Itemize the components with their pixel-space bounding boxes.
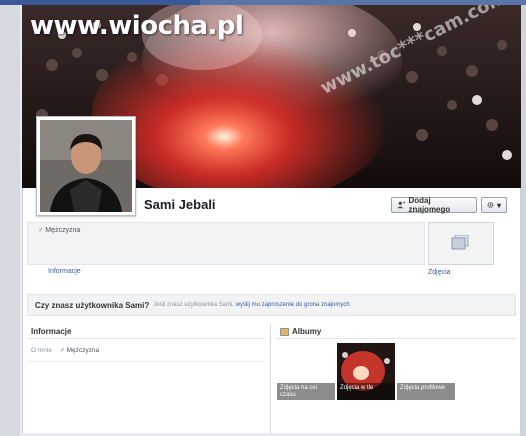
about-gender: ♂ Mężczyzna: [60, 347, 99, 354]
info-link[interactable]: Informacje: [48, 268, 81, 275]
profile-name: Sami Jebali: [144, 197, 216, 212]
gender-row: ♂ Mężczyzna: [38, 227, 80, 234]
basic-info-box: [27, 222, 425, 265]
album-profile-photos[interactable]: Zdjęcia profilowe: [397, 343, 455, 400]
settings-menu-button[interactable]: ▾: [481, 197, 507, 213]
album-label: Zdjęcia w tle: [337, 383, 395, 400]
column-divider: [270, 325, 271, 433]
add-friend-button[interactable]: Dodaj znajomego: [391, 196, 477, 214]
know-user-question: Czy znasz użytkownika Sami?: [35, 300, 150, 310]
send-friend-request-link[interactable]: wyślij mu zaproszenie do grona znajomych: [236, 302, 350, 308]
know-user-bar: Czy znasz użytkownika Sami? Jeśli znasz …: [27, 294, 516, 316]
left-frame: [0, 5, 20, 436]
albums-heading: Albumy: [276, 325, 516, 339]
profile-picture[interactable]: [36, 116, 136, 216]
chevron-down-icon: ▾: [496, 200, 501, 210]
gender-value: Mężczyzna: [45, 227, 81, 234]
album-cover-photos[interactable]: Zdjęcia w tle: [337, 343, 395, 400]
site-watermark: www.wiocha.pl: [30, 11, 244, 41]
about-row: O mnie ♂ Mężczyzna: [27, 339, 265, 362]
photos-thumbnail[interactable]: [428, 222, 494, 265]
male-icon: ♂: [59, 346, 67, 354]
avatar-image: [40, 120, 132, 212]
know-user-prefix: Jeśli znasz użytkownika Sami,: [153, 302, 234, 308]
gear-icon: [487, 202, 494, 208]
album-label: Zdjęcia profilowe: [397, 383, 455, 400]
add-friend-label: Dodaj znajomego: [408, 196, 451, 214]
male-icon: ♂: [38, 227, 44, 234]
about-section: Informacje O mnie ♂ Mężczyzna: [27, 325, 265, 425]
add-friend-icon: [397, 201, 406, 209]
about-heading: Informacje: [27, 325, 265, 339]
albums-section: Albumy: [276, 325, 516, 339]
album-timeline-photos[interactable]: Zdjęcia na osi czasu: [277, 343, 335, 400]
albums-heading-label: Albumy: [292, 327, 322, 336]
about-gender-value: Mężczyzna: [66, 346, 100, 354]
know-user-suffix: .: [349, 302, 352, 308]
album-label: Zdjęcia na osi czasu: [277, 383, 335, 400]
photos-link[interactable]: Zdjęcia: [428, 269, 451, 276]
photos-icon: [451, 235, 469, 250]
know-user-description: Jeśli znasz użytkownika Sami, wyślij mu …: [153, 302, 351, 308]
album-icon: [280, 327, 289, 336]
about-key: O mnie: [31, 346, 52, 354]
